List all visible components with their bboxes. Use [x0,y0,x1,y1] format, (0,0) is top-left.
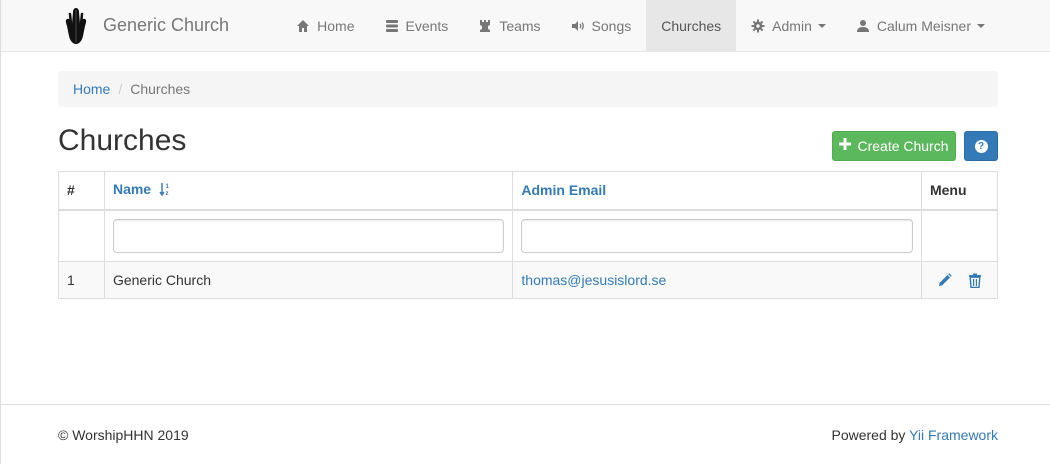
nav-item-label: Teams [499,17,541,34]
volume-icon [571,19,585,33]
filter-cell-name [103,209,514,262]
nav-item-label: Events [405,17,449,34]
question-icon: ? [974,139,988,153]
top-navbar: Generic Church Home Events Teams Songs C… [1,0,1050,52]
table-header-row: # Name 1z Admin Email Menu [58,171,999,211]
nav-item-label: Admin [772,17,812,34]
nav-item-label: Home [317,17,355,34]
footer-copyright: © WorshipHHN 2019 [58,427,189,443]
filter-cell-num [58,209,105,262]
nav-item-label: Churches [661,17,722,34]
email-filter-input[interactable] [521,218,913,253]
tower-icon [478,19,492,33]
breadcrumb-separator: / [118,81,123,97]
row-email-link[interactable]: thomas@jesusislord.se [521,272,666,288]
sort-name-link[interactable]: Name [113,181,151,197]
column-header-num: # [58,171,105,211]
filter-cell-menu [920,209,999,262]
tasks-icon [385,19,399,33]
filter-row [58,209,999,262]
help-button[interactable]: ? [964,131,998,161]
create-church-button[interactable]: Create Church [832,131,956,161]
nav-item-teams[interactable]: Teams [463,0,555,51]
sort-name-label: Name [112,181,152,198]
svg-text:1: 1 [165,184,169,190]
nav-item-events[interactable]: Events [370,0,464,51]
gear-icon [751,19,765,33]
brand-text: Generic Church [103,15,230,35]
nav-item-label: Calum Meisner [876,17,971,34]
nav-item-label: Songs [591,17,632,34]
page-title: Churches [58,124,187,157]
churches-table: # Name 1z Admin Email Menu 1 Generic Chu… [58,171,999,299]
nav-item-songs[interactable]: Songs [556,0,647,51]
user-icon [856,19,870,33]
footer-powered-by: Powered by Yii Framework [831,427,998,443]
row-num: 1 [58,261,105,299]
breadcrumb-home-link[interactable]: Home [73,81,110,97]
praying-hands-logo [59,5,93,47]
chevron-down-icon [817,23,826,28]
trash-icon[interactable] [968,273,982,288]
sort-alpha-icon: 1z [159,182,171,199]
nav-item-home[interactable]: Home [281,0,369,51]
plus-icon [839,138,852,154]
breadcrumb-current: Churches [130,81,191,97]
pencil-icon[interactable] [938,273,952,287]
svg-text:z: z [165,191,168,196]
powered-by-prefix: Powered by [831,427,910,443]
column-header-email[interactable]: Admin Email [512,171,922,211]
row-email-cell: thomas@jesusislord.se [512,261,922,299]
column-header-name[interactable]: Name 1z [103,171,514,211]
main-nav: Home Events Teams Songs Churches Admin C… [281,0,1000,51]
sort-email-link[interactable]: Admin Email [521,182,606,198]
column-header-menu: Menu [920,171,999,211]
nav-item-admin[interactable]: Admin [736,0,841,51]
yii-framework-link[interactable]: Yii Framework [909,427,998,443]
row-menu [920,261,999,299]
create-church-label: Create Church [857,138,949,154]
chevron-down-icon [977,23,985,28]
footer: © WorshipHHN 2019 Powered by Yii Framewo… [1,404,1050,464]
breadcrumb: Home / Churches [58,71,998,107]
table-row: 1 Generic Church thomas@jesusislord.se [58,261,999,299]
home-icon [296,19,310,33]
nav-item-churches[interactable]: Churches [646,0,737,51]
row-name: Generic Church [103,261,514,299]
name-filter-input[interactable] [112,218,505,253]
filter-cell-email [512,209,922,262]
brand-link[interactable]: Generic Church [59,0,229,51]
nav-item-user[interactable]: Calum Meisner [841,0,1000,51]
